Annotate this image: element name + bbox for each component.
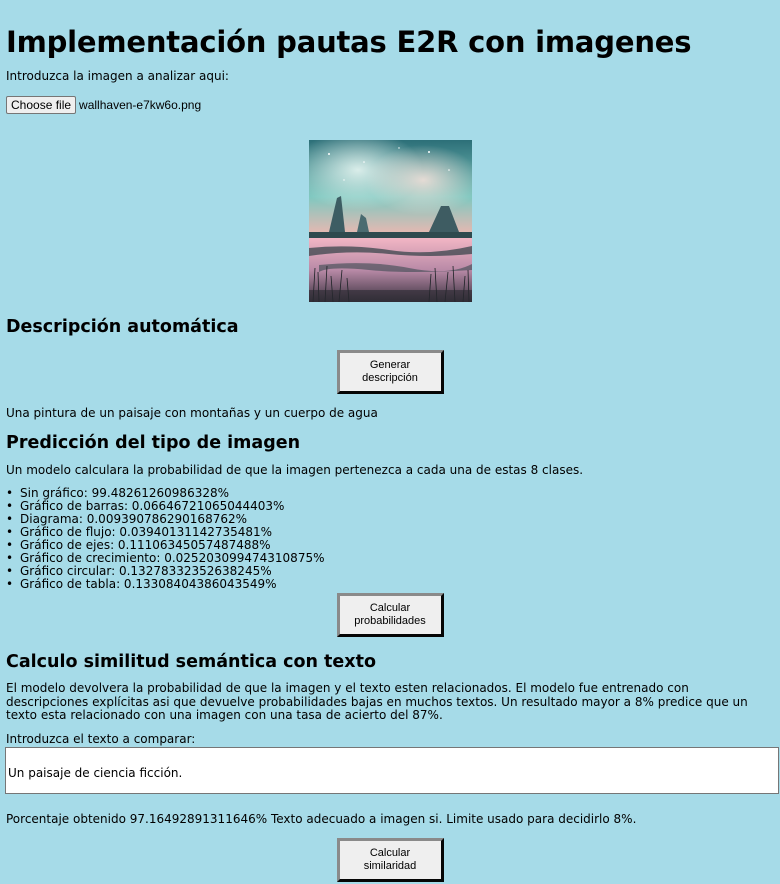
uploaded-image-preview — [308, 140, 472, 302]
choose-file-button[interactable]: Choose file — [6, 96, 77, 114]
upload-prompt: Introduzca la imagen a analizar aqui: — [6, 69, 229, 83]
page-title: Implementación pautas E2R con imagenes — [6, 25, 692, 59]
similarity-result: Porcentaje obtenido 97.16492891311646% T… — [6, 811, 637, 826]
page-bottom: Porcentaje obtenido 97.16492891311646% T… — [0, 812, 780, 882]
description-heading: Descripción automática — [6, 317, 239, 337]
compare-text-label: Introduzca el texto a comparar: — [6, 731, 196, 746]
description-result: Una pintura de un paisaje con montañas y… — [6, 406, 378, 420]
calculate-probabilities-button[interactable]: Calcular probabilidades — [336, 593, 444, 637]
file-name: wallhaven-e7kw6o.png — [79, 98, 202, 112]
prediction-heading: Predicción del tipo de imagen — [6, 433, 301, 453]
compare-text-input[interactable]: Un paisaje de ciencia ficción. — [5, 746, 779, 794]
calculate-similarity-button[interactable]: Calcular similaridad — [336, 837, 444, 882]
file-input[interactable]: Choose file wallhaven-e7kw6o.png — [6, 96, 774, 114]
similarity-intro: El modelo devolvera la probabilidad de q… — [6, 681, 748, 722]
similarity-heading: Calculo similitud semántica con texto — [6, 652, 376, 672]
generate-description-button[interactable]: Generar descripción — [336, 350, 444, 394]
prediction-list: Sin gráfico: 99.48261260986328% Gráfico … — [6, 487, 774, 592]
list-item: Gráfico de tabla: 0.13308404386043549% — [6, 578, 774, 592]
preview-image-wrapper — [6, 140, 774, 302]
prediction-intro: Un modelo calculara la probabilidad de q… — [6, 463, 584, 477]
page: Implementación pautas E2R con imagenes I… — [0, 0, 780, 747]
